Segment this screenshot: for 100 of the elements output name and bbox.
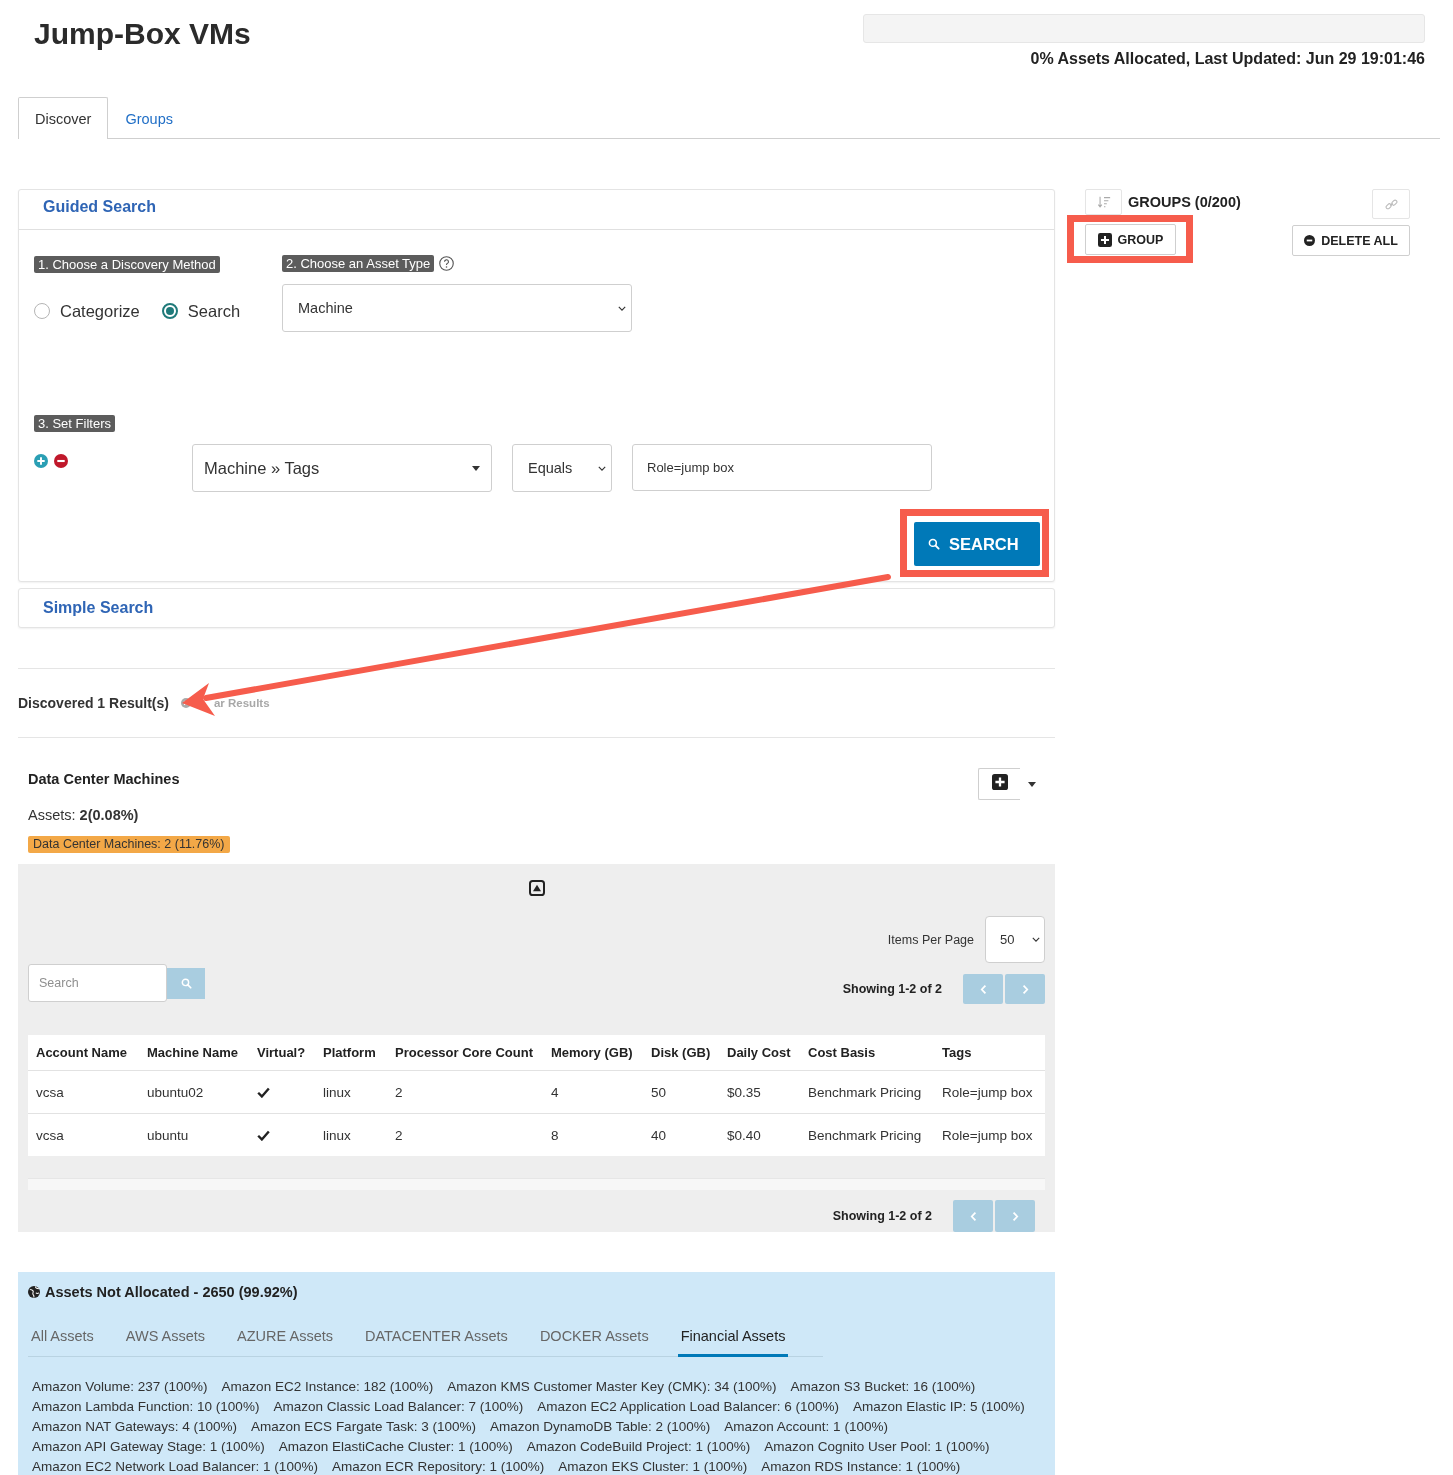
link-icon: [1384, 197, 1398, 211]
asset-count[interactable]: Amazon EC2 Instance: 182 (100%): [221, 1377, 434, 1397]
asset-count[interactable]: Amazon Lambda Function: 10 (100%): [32, 1397, 260, 1417]
globe-icon: [28, 1286, 40, 1298]
asset-tab[interactable]: DOCKER Assets: [536, 1314, 652, 1357]
asset-count[interactable]: Amazon S3 Bucket: 16 (100%): [790, 1377, 976, 1397]
chevron-down-icon: [598, 465, 606, 471]
filter-field-select[interactable]: Machine » Tags: [192, 444, 492, 492]
items-per-page-select[interactable]: 50: [985, 916, 1045, 963]
tab[interactable]: Discover: [18, 97, 109, 139]
asset-tab[interactable]: AWS Assets: [122, 1314, 209, 1357]
plus-circle-icon[interactable]: [34, 454, 48, 468]
tab[interactable]: Groups: [108, 97, 190, 139]
table-cell: 8: [543, 1113, 643, 1156]
step-label: 2. Choose an Asset Type: [282, 255, 435, 272]
page-title: Jump-Box VMs: [34, 16, 251, 52]
delete-all-button[interactable]: DELETE ALL: [1292, 225, 1410, 256]
guided-search-header[interactable]: Guided Search: [19, 190, 1054, 230]
chevron-right-icon: [1021, 983, 1029, 995]
asset-count[interactable]: Amazon EKS Cluster: 1 (100%): [558, 1457, 748, 1475]
table-cell: linux: [315, 1113, 387, 1156]
table-cell: 40: [643, 1113, 719, 1156]
table-cell: ubuntu02: [139, 1070, 249, 1114]
asset-count-text: Assets: 2(0.08%): [28, 806, 139, 824]
column-header[interactable]: Machine Name: [139, 1035, 249, 1071]
help-icon: [439, 256, 455, 271]
table-cell: linux: [315, 1070, 387, 1114]
asset-tab[interactable]: Financial Assets: [677, 1314, 789, 1357]
caret-down-icon: [472, 465, 480, 471]
filter-value-field[interactable]: Role=jump box: [632, 444, 932, 491]
chevron-left-icon: [969, 1210, 977, 1222]
search-field[interactable]: Search: [28, 964, 167, 1002]
plus-square-icon: [991, 774, 1008, 790]
asset-count[interactable]: Amazon Account: 1 (100%): [724, 1417, 888, 1437]
sort-icon: [1096, 195, 1111, 209]
minus-circle-icon[interactable]: [54, 454, 68, 468]
asset-count[interactable]: Amazon RDS Instance: 1 (100%): [761, 1457, 961, 1475]
table-cell: 4: [543, 1070, 643, 1114]
asset-count[interactable]: Amazon ECS Fargate Task: 3 (100%): [251, 1417, 476, 1437]
radio-label[interactable]: Categorize: [60, 301, 140, 321]
chevron-down-icon: [1032, 937, 1040, 942]
column-header[interactable]: Processor Core Count: [387, 1035, 543, 1071]
previous-page-button[interactable]: [953, 1200, 993, 1232]
table-cell: 2: [387, 1070, 543, 1114]
table-cell: $0.35: [719, 1070, 800, 1114]
next-page-button[interactable]: [1005, 974, 1045, 1004]
asset-tab[interactable]: DATACENTER Assets: [362, 1314, 511, 1357]
table-cell: vcsa: [28, 1113, 139, 1156]
asset-count[interactable]: Amazon DynamoDB Table: 2 (100%): [489, 1417, 711, 1437]
results-summary: Discovered 1 Result(s): [18, 695, 169, 711]
table-cell: vcsa: [28, 1070, 139, 1114]
radio-button[interactable]: [161, 303, 178, 319]
table-cell: $0.40: [719, 1113, 800, 1156]
asset-count[interactable]: Amazon CodeBuild Project: 1 (100%): [526, 1437, 751, 1457]
asset-count[interactable]: Amazon KMS Customer Master Key (CMK): 34 (100%): [447, 1377, 777, 1397]
asset-count[interactable]: Amazon NAT Gateways: 4 (100%): [32, 1417, 238, 1437]
category-tag: Data Center Machines: 2 (11.76%): [28, 836, 230, 853]
asset-tab[interactable]: AZURE Assets: [234, 1314, 336, 1357]
operator-select[interactable]: Equals: [512, 444, 612, 492]
search-submit-button[interactable]: [167, 968, 205, 999]
unallocated-title: Assets Not Allocated - 2650 (99.92%): [45, 1283, 298, 1301]
asset-type-select[interactable]: Machine: [282, 284, 632, 332]
radio-button[interactable]: [34, 303, 50, 319]
asset-count[interactable]: Amazon EC2 Network Load Balancer: 1 (100%): [32, 1457, 318, 1475]
groups-title: GROUPS (0/200): [1128, 193, 1241, 212]
asset-count[interactable]: Amazon Cognito User Pool: 1 (100%): [764, 1437, 990, 1457]
search-button[interactable]: SEARCH: [914, 522, 1040, 566]
asset-count[interactable]: Amazon ECR Repository: 1 (100%): [331, 1457, 545, 1475]
search-icon: [180, 978, 192, 989]
add-group-button[interactable]: GROUP: [1085, 224, 1176, 255]
simple-search-header[interactable]: Simple Search: [19, 589, 1054, 627]
column-header[interactable]: Account Name: [28, 1035, 139, 1071]
column-header[interactable]: Cost Basis: [800, 1035, 934, 1071]
sort-button[interactable]: [1085, 189, 1122, 215]
link-button[interactable]: [1372, 189, 1410, 219]
asset-count[interactable]: Amazon Classic Load Balancer: 7 (100%): [273, 1397, 524, 1417]
table-cell: Role=jump box: [934, 1113, 1045, 1156]
column-header[interactable]: Virtual?: [249, 1035, 315, 1071]
asset-count[interactable]: Amazon API Gateway Stage: 1 (100%): [32, 1437, 265, 1457]
column-header[interactable]: Platform: [315, 1035, 387, 1071]
allocation-summary: 0% Assets Allocated, Last Updated: Jun 29 19:01:46: [1030, 49, 1425, 69]
caret-down-icon[interactable]: [1028, 782, 1036, 787]
add-to-group-button[interactable]: [978, 768, 1020, 800]
table-cell: 50: [643, 1070, 719, 1114]
column-header[interactable]: Tags: [934, 1035, 1045, 1071]
next-page-button[interactable]: [995, 1200, 1035, 1232]
asset-count[interactable]: Amazon EC2 Application Load Balancer: 6 (100%): [537, 1397, 839, 1417]
column-header[interactable]: Daily Cost: [719, 1035, 800, 1071]
step-label: 3. Set Filters: [34, 415, 115, 432]
previous-page-button[interactable]: [963, 974, 1003, 1004]
asset-tab[interactable]: All Assets: [28, 1314, 97, 1357]
column-header[interactable]: Memory (GB): [543, 1035, 643, 1071]
asset-count[interactable]: Amazon ElastiCache Cluster: 1 (100%): [278, 1437, 513, 1457]
radio-label[interactable]: Search: [187, 301, 241, 321]
group-title: Data Center Machines: [28, 771, 180, 787]
asset-count[interactable]: Amazon Elastic IP: 5 (100%): [852, 1397, 1025, 1417]
collapse-icon[interactable]: [528, 880, 545, 896]
table-cell: ubuntu: [139, 1113, 249, 1156]
column-header[interactable]: Disk (GB): [643, 1035, 719, 1071]
asset-count[interactable]: Amazon Volume: 237 (100%): [32, 1377, 208, 1397]
